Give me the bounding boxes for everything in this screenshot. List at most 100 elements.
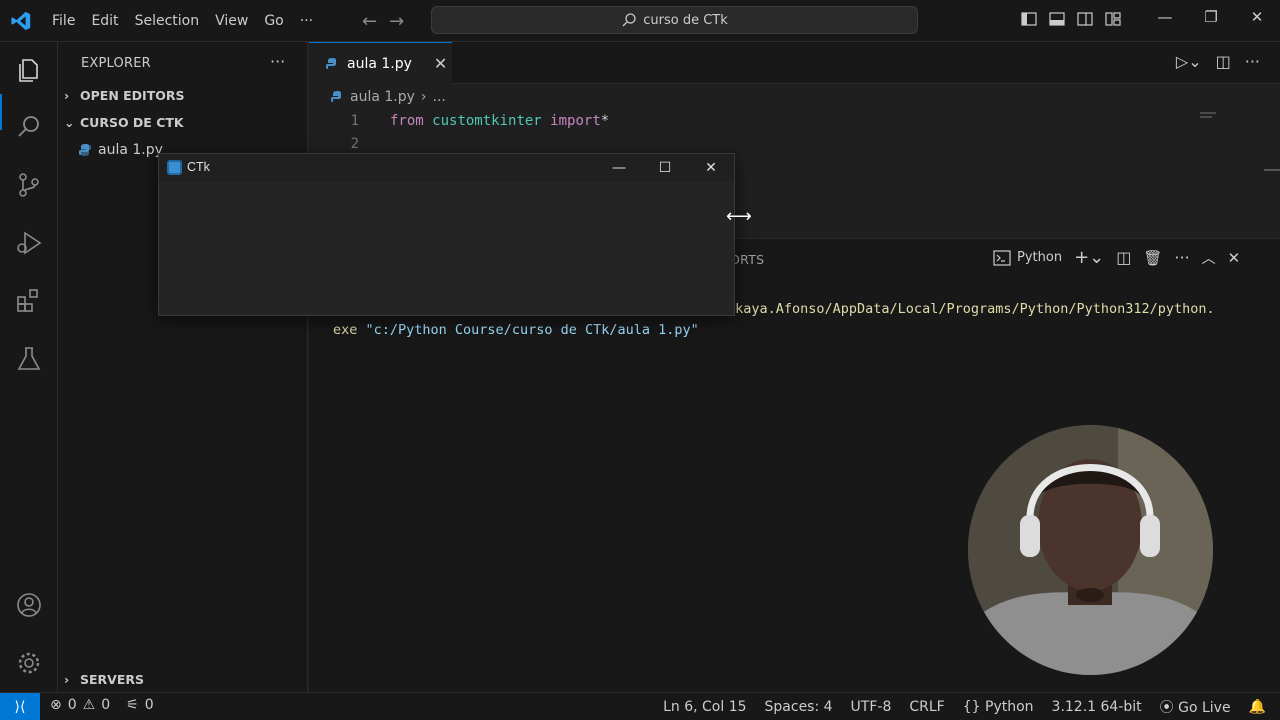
terminal-icon (993, 249, 1011, 266)
more-actions-icon[interactable]: ··· (1174, 248, 1189, 267)
python-interpreter[interactable]: 3.12.1 64-bit (1052, 699, 1142, 715)
trash-icon[interactable]: 🗑 (1143, 249, 1162, 267)
webcam-overlay (968, 425, 1213, 675)
forward-arrow-icon[interactable]: → (389, 11, 404, 32)
status-right: Ln 6, Col 15 Spaces: 4 UTF-8 CRLF {} Pyt… (663, 697, 1266, 717)
split-editor-icon[interactable]: ◫ (1216, 52, 1231, 71)
extensions-icon[interactable] (14, 286, 44, 316)
toggle-panel-icon[interactable] (1048, 10, 1066, 28)
layout-controls (1020, 10, 1122, 28)
restore-icon[interactable]: ❐ (1188, 8, 1234, 26)
line-ending[interactable]: CRLF (909, 699, 944, 715)
accounts-icon[interactable] (14, 590, 44, 620)
search-icon[interactable] (14, 112, 44, 142)
status-left[interactable]: ⊗ 0 ⚠ 0 ⚟ 0 (50, 697, 154, 713)
chevron-right-icon: › (64, 88, 70, 103)
remote-indicator[interactable]: ⟩⟨ (0, 693, 40, 720)
indentation[interactable]: Spaces: 4 (765, 699, 833, 715)
menu-view[interactable]: View (207, 13, 256, 29)
explorer-title: EXPLORER (81, 56, 151, 71)
search-icon (622, 13, 636, 27)
language-label: Python (985, 699, 1034, 715)
warning-icon: ⚠ (82, 697, 96, 713)
language-mode[interactable]: {} Python (963, 699, 1034, 715)
servers-section[interactable]: › SERVERS (64, 672, 144, 687)
run-debug-icon[interactable] (14, 228, 44, 258)
tab-close-icon[interactable]: ✕ (434, 54, 447, 73)
toggle-secondary-sidebar-icon[interactable] (1076, 10, 1094, 28)
gear-icon[interactable] (14, 648, 44, 678)
breadcrumb-symbol[interactable]: ... (433, 89, 446, 105)
shell-name: Python (1017, 250, 1063, 265)
customize-layout-icon[interactable] (1104, 10, 1122, 28)
menu-file[interactable]: File (44, 13, 83, 29)
testing-icon[interactable] (14, 344, 44, 374)
resize-cursor-icon: ⟷ (726, 206, 752, 227)
tab-aula-1[interactable]: aula 1.py ✕ (309, 42, 452, 84)
module-name: customtkinter (432, 113, 542, 129)
terminal-exe: exe (333, 322, 366, 338)
minimize-icon[interactable]: — (596, 154, 642, 182)
chevron-down-icon: ⌄ (64, 115, 75, 130)
menu-edit[interactable]: Edit (83, 13, 126, 29)
open-editors-label: OPEN EDITORS (80, 88, 185, 103)
active-indicator (0, 94, 2, 130)
menu-more[interactable]: ··· (292, 13, 321, 29)
folder-label: CURSO DE CTK (80, 115, 184, 130)
go-live-button[interactable]: ⦿ Go Live (1160, 697, 1231, 717)
code-editor[interactable]: 1 from customtkinter import* 2 (309, 110, 610, 156)
encoding[interactable]: UTF-8 (851, 699, 892, 715)
minimize-icon[interactable]: — (1142, 8, 1188, 26)
vscode-logo-icon (11, 11, 31, 31)
menu-go[interactable]: Go (256, 13, 291, 29)
file-item[interactable]: aula 1.py (78, 142, 163, 158)
menu-selection[interactable]: Selection (127, 13, 208, 29)
explorer-sidebar: EXPLORER ··· › OPEN EDITORS ⌄ CURSO DE CTK… (58, 42, 308, 692)
minimap (1200, 116, 1212, 118)
close-icon[interactable]: ✕ (688, 154, 734, 182)
ctk-app-icon (167, 160, 182, 175)
open-editors-section[interactable]: › OPEN EDITORS (64, 88, 185, 103)
source-control-icon[interactable] (14, 170, 44, 200)
more-actions-icon[interactable]: ··· (1245, 52, 1260, 71)
terminal-string: "c:/Python Course/curso de CTk/aula 1.py… (365, 322, 699, 338)
explorer-icon[interactable] (14, 55, 44, 85)
tab-ports[interactable]: ORTS (730, 252, 764, 267)
remote-icon: ⟩⟨ (14, 699, 26, 715)
breadcrumb-file[interactable]: aula 1.py (350, 89, 415, 105)
terminal-shell-selector[interactable]: Python (993, 249, 1063, 266)
panel-actions: Python +⌄ ◫ 🗑 ··· ︿ ✕ (993, 247, 1240, 268)
file-label: aula 1.py (98, 142, 163, 158)
code-line: 1 from customtkinter import* (309, 110, 610, 133)
chevron-right-icon: › (420, 89, 427, 105)
maximize-panel-icon[interactable]: ︿ (1202, 248, 1216, 268)
split-terminal-icon[interactable]: ◫ (1116, 248, 1131, 267)
run-icon[interactable]: ▷⌄ (1176, 52, 1202, 71)
cursor-position[interactable]: Ln 6, Col 15 (663, 699, 746, 715)
title-bar: File Edit Selection View Go ··· ← → curs… (0, 0, 1280, 42)
editor-tabs: aula 1.py ✕ (309, 42, 1280, 84)
new-terminal-icon[interactable]: +⌄ (1074, 247, 1104, 268)
presenter-video (968, 425, 1213, 675)
explorer-more-button[interactable]: ··· (270, 52, 285, 71)
ctk-window[interactable]: CTk — ☐ ✕ (158, 153, 735, 316)
toggle-primary-sidebar-icon[interactable] (1020, 10, 1038, 28)
command-center-search[interactable]: curso de CTk (431, 6, 918, 34)
keyword: from (390, 113, 424, 129)
broadcast-icon: ⚟ (126, 697, 139, 713)
back-arrow-icon[interactable]: ← (362, 11, 377, 32)
chevron-right-icon: › (64, 672, 70, 687)
error-icon: ⊗ (50, 697, 62, 713)
bell-icon[interactable]: 🔔 (1249, 699, 1266, 715)
close-icon[interactable]: ✕ (1234, 8, 1280, 26)
ctk-window-controls: — ☐ ✕ (596, 154, 734, 182)
editor-actions: ▷⌄ ◫ ··· (1176, 52, 1260, 71)
ctk-title: CTk (187, 160, 210, 174)
folder-section[interactable]: ⌄ CURSO DE CTK (64, 115, 184, 130)
ctk-title-bar[interactable]: CTk — ☐ ✕ (159, 154, 734, 182)
scrollbar[interactable] (1264, 169, 1280, 171)
search-text: curso de CTk (643, 12, 728, 28)
maximize-icon[interactable]: ☐ (642, 154, 688, 182)
keyword: import (550, 113, 601, 129)
close-panel-icon[interactable]: ✕ (1228, 249, 1241, 267)
